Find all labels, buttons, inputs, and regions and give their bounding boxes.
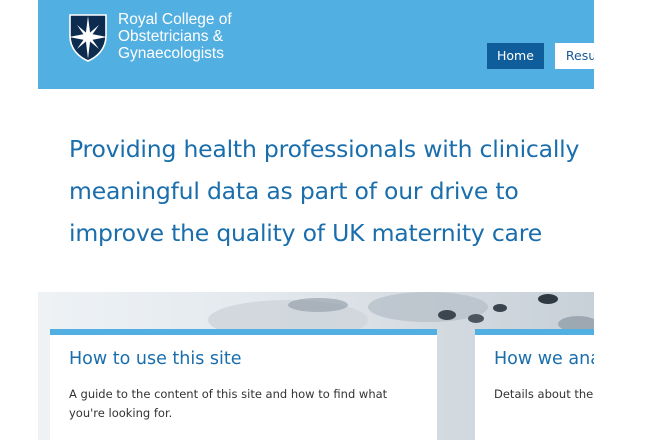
nav-results[interactable]: Results [554, 43, 594, 69]
org-name-line-3: Gynaecologists [118, 45, 224, 62]
org-name-line-2: Obstetricians & [118, 28, 224, 45]
site-header: Royal College of Obstetricians & Gynaeco… [38, 0, 594, 89]
card-title[interactable]: How to use this site [69, 349, 242, 369]
card-how-to-use[interactable]: How to use this site A guide to the cont… [50, 329, 437, 440]
card-description: Details about the data [494, 387, 594, 401]
site-logo-link[interactable]: Royal College of Obstetricians & Gynaeco… [68, 11, 232, 62]
card-description: A guide to the content of this site and … [69, 387, 388, 420]
card-title[interactable]: How we analyse [494, 349, 594, 369]
org-name-line-1: Royal College of [118, 11, 232, 28]
shield-star-icon [69, 14, 107, 62]
card-how-we-analyse[interactable]: How we analyse Details about the data [475, 329, 594, 440]
nav-home[interactable]: Home [487, 43, 544, 69]
org-name: Royal College of Obstetricians & Gynaeco… [118, 11, 232, 62]
main-nav: Home Results [487, 43, 594, 69]
page-viewport: Royal College of Obstetricians & Gynaeco… [38, 0, 594, 440]
page-tagline: Providing health professionals with clin… [69, 135, 580, 247]
